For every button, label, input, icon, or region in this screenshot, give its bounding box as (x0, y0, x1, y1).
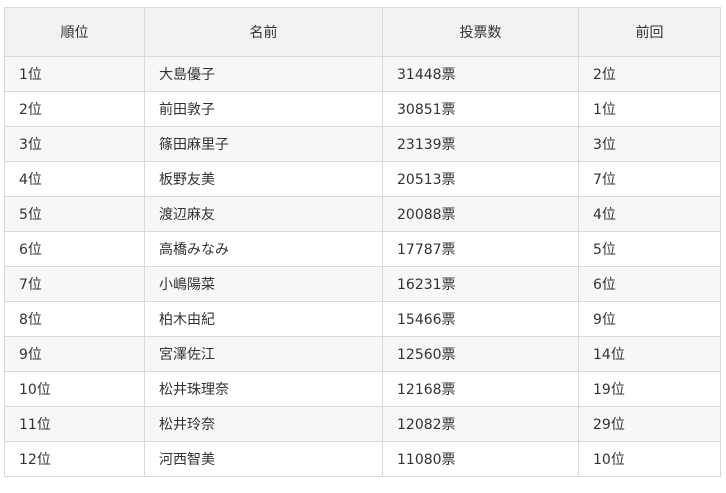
previous-cell: 14位 (578, 336, 721, 372)
previous-cell: 4位 (578, 196, 721, 232)
votes-cell: 12082票 (382, 406, 579, 442)
table-header: 順位 名前 投票数 前回 (4, 7, 721, 57)
previous-cell: 19位 (578, 371, 721, 407)
name-cell: 高橋みなみ (144, 231, 383, 267)
name-cell: 宮澤佐江 (144, 336, 383, 372)
ranking-table: 順位 名前 投票数 前回 1位 大島優子 31448票 2位 2位 前田敦子 30851票 1… (4, 7, 721, 477)
previous-cell: 9位 (578, 301, 721, 337)
header-row: 順位 名前 投票数 前回 (4, 7, 721, 57)
name-cell: 渡辺麻友 (144, 196, 383, 232)
previous-cell: 6位 (578, 266, 721, 302)
name-cell: 柏木由紀 (144, 301, 383, 337)
rank-cell: 5位 (4, 196, 145, 232)
table-row: 11位 松井玲奈 12082票 29位 (4, 406, 721, 442)
table-row: 7位 小嶋陽菜 16231票 6位 (4, 266, 721, 302)
table-row: 4位 板野友美 20513票 7位 (4, 161, 721, 197)
name-cell: 篠田麻里子 (144, 126, 383, 162)
table-row: 10位 松井珠理奈 12168票 19位 (4, 371, 721, 407)
table-row: 9位 宮澤佐江 12560票 14位 (4, 336, 721, 372)
rank-cell: 7位 (4, 266, 145, 302)
votes-cell: 30851票 (382, 91, 579, 127)
name-cell: 松井玲奈 (144, 406, 383, 442)
rank-cell: 12位 (4, 441, 145, 477)
votes-cell: 11080票 (382, 441, 579, 477)
votes-cell: 15466票 (382, 301, 579, 337)
previous-cell: 2位 (578, 56, 721, 92)
votes-cell: 20513票 (382, 161, 579, 197)
table-body: 1位 大島優子 31448票 2位 2位 前田敦子 30851票 1位 3位 篠田麻里子 23139… (4, 56, 721, 477)
rank-cell: 10位 (4, 371, 145, 407)
previous-cell: 29位 (578, 406, 721, 442)
name-cell: 大島優子 (144, 56, 383, 92)
rank-cell: 6位 (4, 231, 145, 267)
ranking-table-container: 順位 名前 投票数 前回 1位 大島優子 31448票 2位 2位 前田敦子 30851票 1… (4, 7, 721, 477)
votes-cell: 12168票 (382, 371, 579, 407)
previous-cell: 1位 (578, 91, 721, 127)
table-row: 6位 高橋みなみ 17787票 5位 (4, 231, 721, 267)
header-previous: 前回 (578, 7, 721, 57)
rank-cell: 2位 (4, 91, 145, 127)
header-votes: 投票数 (382, 7, 579, 57)
previous-cell: 3位 (578, 126, 721, 162)
table-row: 8位 柏木由紀 15466票 9位 (4, 301, 721, 337)
table-row: 2位 前田敦子 30851票 1位 (4, 91, 721, 127)
name-cell: 板野友美 (144, 161, 383, 197)
name-cell: 松井珠理奈 (144, 371, 383, 407)
name-cell: 河西智美 (144, 441, 383, 477)
table-row: 12位 河西智美 11080票 10位 (4, 441, 721, 477)
rank-cell: 3位 (4, 126, 145, 162)
rank-cell: 11位 (4, 406, 145, 442)
votes-cell: 20088票 (382, 196, 579, 232)
name-cell: 小嶋陽菜 (144, 266, 383, 302)
rank-cell: 1位 (4, 56, 145, 92)
votes-cell: 23139票 (382, 126, 579, 162)
previous-cell: 5位 (578, 231, 721, 267)
rank-cell: 4位 (4, 161, 145, 197)
table-row: 1位 大島優子 31448票 2位 (4, 56, 721, 92)
name-cell: 前田敦子 (144, 91, 383, 127)
votes-cell: 17787票 (382, 231, 579, 267)
votes-cell: 12560票 (382, 336, 579, 372)
header-rank: 順位 (4, 7, 145, 57)
previous-cell: 10位 (578, 441, 721, 477)
table-row: 3位 篠田麻里子 23139票 3位 (4, 126, 721, 162)
header-name: 名前 (144, 7, 383, 57)
votes-cell: 16231票 (382, 266, 579, 302)
rank-cell: 9位 (4, 336, 145, 372)
previous-cell: 7位 (578, 161, 721, 197)
votes-cell: 31448票 (382, 56, 579, 92)
table-row: 5位 渡辺麻友 20088票 4位 (4, 196, 721, 232)
rank-cell: 8位 (4, 301, 145, 337)
